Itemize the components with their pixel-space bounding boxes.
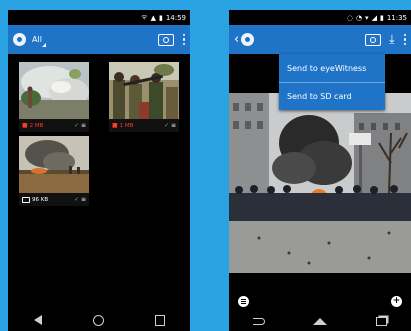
video-icon: ■	[22, 122, 28, 129]
recents-icon[interactable]	[154, 314, 165, 326]
gallery-phone-screen: ᯤ ▲ ▮ 14:59 All ■ 2 MB ✓ ≡ ■ 1 MB ✓ ≡ 96…	[8, 10, 190, 331]
detail-phone-screen: ◌ ◔ ▾ ◢ ▮ 11:35 ‹ ⤓ Send to eyeWitness S…	[229, 10, 411, 331]
add-icon[interactable]: +	[391, 295, 402, 307]
details-icon: ≡	[80, 122, 86, 129]
overflow-menu-icon[interactable]	[182, 33, 185, 46]
eyewitness-logo-icon	[241, 33, 255, 46]
thumbnail-image	[19, 62, 89, 119]
list-icon[interactable]	[238, 295, 249, 307]
media-thumbnail[interactable]: ■ 1 MB ✓ ≡	[109, 62, 179, 132]
dropdown-caret-icon[interactable]	[41, 42, 46, 47]
system-nav-bar	[229, 311, 411, 331]
thumbnail-meta: ■ 2 MB ✓ ≡	[19, 119, 89, 132]
eyewitness-logo-icon[interactable]	[13, 33, 26, 46]
chevron-left-icon[interactable]: ‹	[234, 32, 239, 47]
media-action-bar: +	[229, 291, 411, 311]
media-thumbnail[interactable]: ■ 2 MB ✓ ≡	[19, 62, 89, 132]
back-icon[interactable]	[253, 317, 266, 325]
video-icon: ■	[112, 122, 118, 129]
media-preview-image[interactable]	[229, 93, 411, 273]
media-thumbnail[interactable]: 96 KB ✓ ≡	[19, 136, 89, 206]
status-time: 14:59	[165, 13, 186, 22]
file-size: 96 KB	[32, 196, 49, 203]
photo-icon	[22, 196, 30, 203]
status-bar: ᯤ ▲ ▮ 14:59	[8, 10, 190, 25]
file-size: 2 MB	[29, 122, 44, 129]
app-toolbar: ‹ ⤓	[229, 25, 411, 54]
overflow-menu-icon[interactable]	[403, 33, 406, 46]
filter-dropdown[interactable]: All	[32, 35, 42, 44]
camera-icon[interactable]	[365, 33, 382, 46]
file-size: 1 MB	[119, 122, 134, 129]
details-icon: ≡	[80, 196, 86, 203]
check-icon: ✓	[73, 196, 79, 203]
wifi-icon: ▾	[365, 13, 369, 22]
details-icon: ≡	[170, 122, 176, 129]
thumbnail-meta: ■ 1 MB ✓ ≡	[109, 119, 179, 132]
status-bar: ◌ ◔ ▾ ◢ ▮ 11:35	[229, 10, 411, 25]
thumbnail-meta: 96 KB ✓ ≡	[19, 193, 89, 206]
thumbnail-image	[19, 136, 89, 193]
home-icon[interactable]	[92, 314, 104, 326]
alarm-icon: ◔	[355, 13, 363, 22]
send-to-eyewitness-item[interactable]: Send to eyeWitness	[279, 54, 385, 82]
wifi-icon: ᯤ	[141, 13, 148, 21]
upload-icon[interactable]: ⤓	[389, 32, 394, 47]
recents-icon[interactable]	[375, 316, 387, 326]
sync-icon: ◌	[346, 13, 353, 22]
thumbnail-image	[109, 62, 179, 119]
app-toolbar: All	[8, 25, 190, 54]
camera-icon[interactable]	[157, 33, 174, 46]
system-nav-bar	[8, 309, 190, 331]
check-icon: ✓	[163, 122, 169, 129]
signal-icon: ◢	[371, 13, 377, 22]
send-to-sd-card-item[interactable]: Send to SD card	[279, 82, 385, 110]
send-menu: Send to eyeWitness Send to SD card	[279, 54, 385, 110]
battery-icon: ▮	[158, 13, 163, 22]
home-icon[interactable]	[313, 317, 328, 325]
battery-icon: ▮	[379, 13, 384, 22]
check-icon: ✓	[73, 122, 79, 129]
signal-icon: ▲	[150, 13, 156, 22]
status-time: 11:35	[386, 13, 407, 22]
back-icon[interactable]	[33, 315, 42, 325]
